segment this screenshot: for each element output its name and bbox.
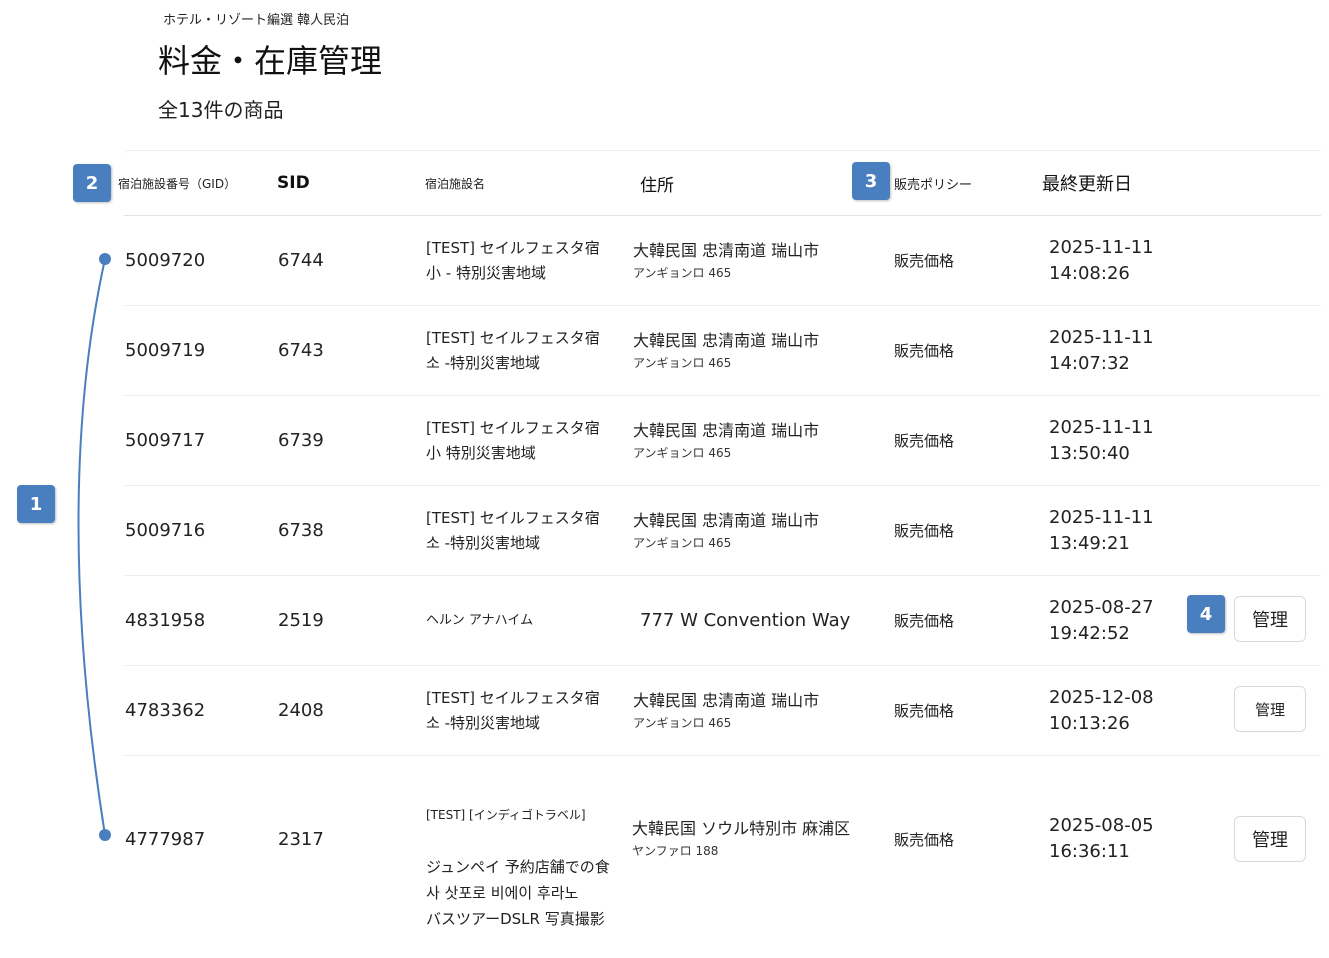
annotation-marker-1: 1 [17,485,55,523]
address-cell: 大韓民国 忠清南道 瑞山市アンギョンロ 465 [633,509,819,553]
manage-button[interactable]: 管理 [1234,816,1306,862]
sid-cell: 6738 [278,520,324,541]
gid-cell: 5009717 [125,430,206,451]
updated-cell: 2025-11-11 14:08:26 [1049,236,1154,284]
address-line: 777 W Convention Way [640,610,851,631]
property-name: [TEST] セイルフェスタ宿 小 - 特別災害地域 [426,238,600,282]
address-line: 大韓民国 忠清南道 瑞山市 [633,690,820,710]
gid-cell: 5009719 [125,340,206,361]
column-header-sid[interactable]: SID [277,151,310,215]
property-name: ヘルン アナハイム [426,613,534,628]
table-row[interactable]: 4783362 2408 [TEST] セイルフェスタ宿 소 -特別災害地域 大… [124,666,1321,756]
sid-cell: 6739 [278,430,324,451]
address-street: ヤンファロ 188 [632,844,719,858]
property-name: [TEST] セイルフェスタ宿 소 -特別災害地域 [426,688,600,732]
column-header-address[interactable]: 住所 [640,151,674,215]
sid-cell: 2519 [278,610,324,631]
updated-cell: 2025-11-11 13:49:21 [1049,506,1154,554]
sid-cell: 6744 [278,250,324,271]
address-street: アンギョンロ 465 [633,445,732,460]
updated-cell: 2025-12-08 10:13:26 [1049,686,1154,734]
address-cell: 777 W Convention Way [640,610,850,631]
policy-cell: 販売価格 [894,252,955,270]
address-line: 大韓民国 忠清南道 瑞山市 [633,420,820,440]
annotation-marker-2: 2 [73,164,111,202]
annotation-marker-4: 4 [1187,595,1225,633]
address-cell: 大韓民国 忠清南道 瑞山市アンギョンロ 465 [633,419,819,463]
column-header-gid[interactable]: 宿泊施設番号（GID） [118,151,236,215]
property-name-body: ジュンペイ 予約店舗での食 사 삿포로 비에이 후라노 バスツアーDSLR 写真… [426,858,610,928]
column-header-updated[interactable]: 最終更新日 [1042,151,1132,215]
sid-cell: 6743 [278,340,324,361]
address-street: アンギョンロ 465 [633,265,732,280]
address-street: アンギョンロ 465 [633,535,732,550]
table-row[interactable]: 5009716 6738 [TEST] セイルフェスタ宿 소 -特別災害地域 大… [124,486,1321,576]
property-name: [TEST] セイルフェスタ宿 소 -特別災害地域 [426,328,600,372]
manage-button[interactable]: 管理 [1234,596,1306,642]
address-street: アンギョンロ 465 [633,715,732,730]
table-header: 宿泊施設番号（GID） SID 宿泊施設名 住所 販売ポリシー 最終更新日 [118,150,1321,216]
page-title: 料金・在庫管理 [158,42,383,80]
table-row[interactable]: 4777987 2317 [TEST] [インディゴトラベル] ジュンペイ 予約… [124,756,1321,928]
sid-cell: 2317 [278,828,324,850]
address-cell: 大韓民国 忠清南道 瑞山市アンギョンロ 465 [633,689,819,733]
policy-cell: 販売価格 [894,342,955,360]
table-row[interactable]: 5009719 6743 [TEST] セイルフェスタ宿 소 -特別災害地域 大… [124,306,1321,396]
address-line: 大韓民国 ソウル特別市 麻浦区 [632,819,851,838]
updated-cell: 2025-08-27 19:42:52 [1049,596,1154,644]
policy-cell: 販売価格 [894,432,955,450]
annotation-marker-3: 3 [852,162,890,200]
property-name: [TEST] セイルフェスタ宿 소 -特別災害地域 [426,508,600,552]
address-cell: 大韓民国 忠清南道 瑞山市アンギョンロ 465 [633,329,819,373]
gid-cell: 4831958 [125,610,206,631]
updated-cell: 2025-11-11 14:07:32 [1049,326,1154,374]
address-line: 大韓民国 忠清南道 瑞山市 [633,240,820,260]
table-row[interactable]: 5009720 6744 [TEST] セイルフェスタ宿 小 - 特別災害地域 … [124,216,1321,306]
address-line: 大韓民国 忠清南道 瑞山市 [633,510,820,530]
address-cell: 大韓民国 ソウル特別市 麻浦区ヤンファロ 188 [632,817,850,861]
product-table: 宿泊施設番号（GID） SID 宿泊施設名 住所 販売ポリシー 最終更新日 50… [118,150,1321,928]
policy-cell: 販売価格 [894,702,955,720]
address-street: アンギョンロ 465 [633,355,732,370]
gid-cell: 4777987 [125,828,206,850]
table-row[interactable]: 4831958 2519 ヘルン アナハイム 777 W Convention … [124,576,1321,666]
gid-cell: 4783362 [125,700,206,721]
address-cell: 大韓民国 忠清南道 瑞山市アンギョンロ 465 [633,239,819,283]
breadcrumb: ホテル・リゾート編選 韓人民泊 [163,13,350,28]
property-name: [TEST] [インディゴトラベル] ジュンペイ 予約店舗での食 사 삿포로 비… [426,776,612,958]
property-name: [TEST] セイルフェスタ宿 小 特別災害地域 [426,418,600,462]
policy-cell: 販売価格 [894,830,955,849]
property-name-prefix: [TEST] [インディゴトラベル] [426,808,586,822]
address-line: 大韓民国 忠清南道 瑞山市 [633,330,820,350]
policy-cell: 販売価格 [894,612,955,630]
gid-cell: 5009716 [125,520,206,541]
updated-cell: 2025-08-05 16:36:11 [1049,815,1154,862]
manage-button[interactable]: 管理 [1234,686,1306,732]
table-row[interactable]: 5009717 6739 [TEST] セイルフェスタ宿 小 特別災害地域 大韓… [124,396,1321,486]
column-header-name[interactable]: 宿泊施設名 [425,151,485,215]
column-header-policy[interactable]: 販売ポリシー [894,151,972,215]
updated-cell: 2025-11-11 13:50:40 [1049,416,1154,464]
sid-cell: 2408 [278,700,324,721]
product-count: 全13件の商品 [158,98,284,122]
policy-cell: 販売価格 [894,522,955,540]
gid-cell: 5009720 [125,250,206,271]
